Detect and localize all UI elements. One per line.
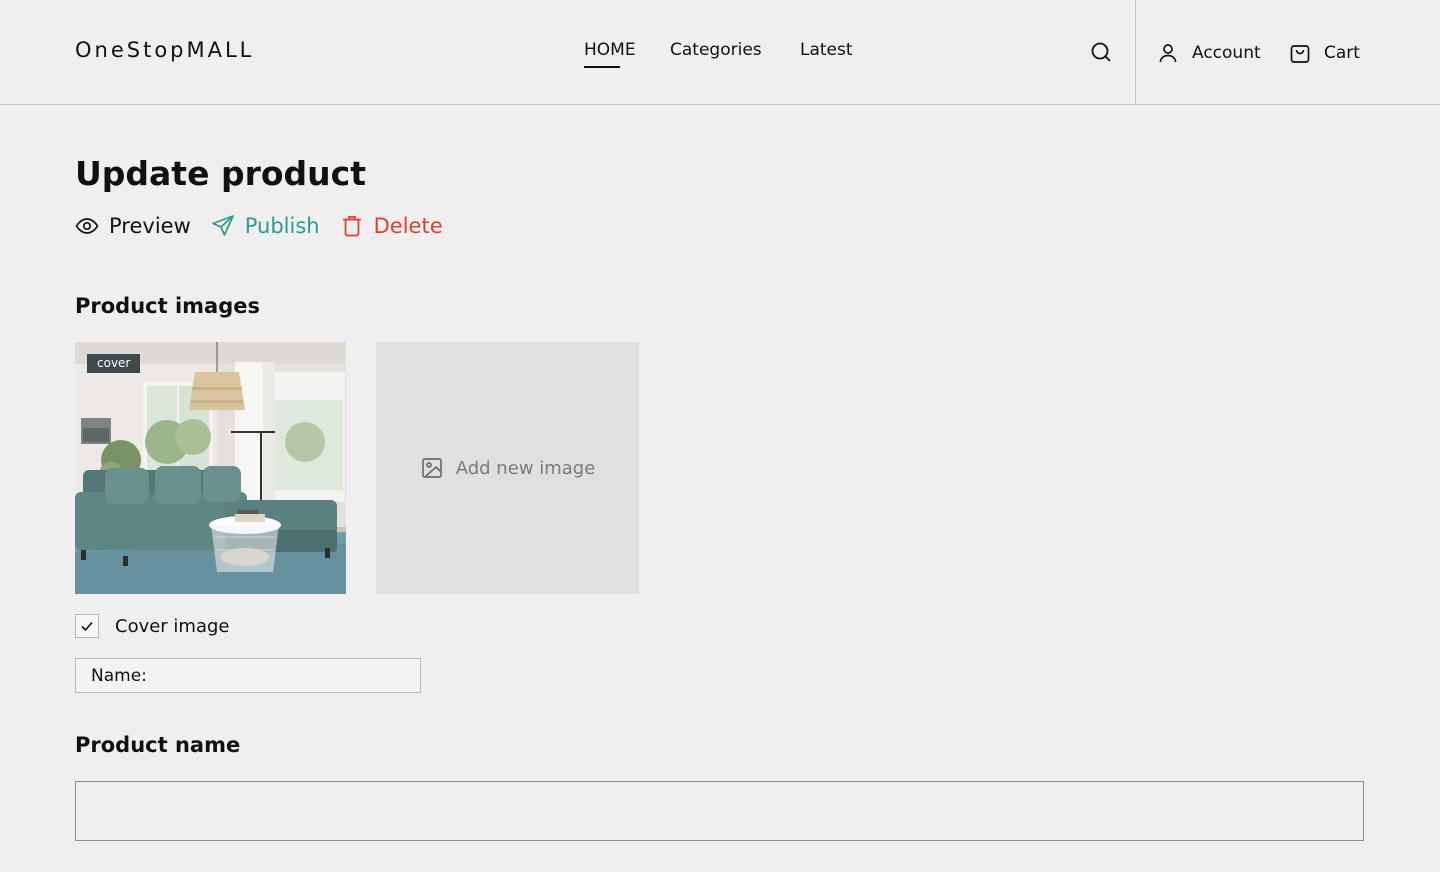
nav-latest[interactable]: Latest [800, 40, 853, 60]
preview-label: Preview [109, 214, 191, 238]
product-name-input[interactable] [75, 781, 1364, 841]
add-new-image-label: Add new image [455, 457, 596, 479]
publish-button[interactable]: Publish [211, 214, 320, 238]
delete-button[interactable]: Delete [340, 214, 443, 238]
cover-image-label: Cover image [115, 615, 230, 637]
eye-icon [75, 214, 99, 238]
publish-label: Publish [244, 214, 320, 238]
brand-logo[interactable]: OneStopMALL [75, 38, 254, 62]
check-icon [81, 621, 93, 632]
delete-label: Delete [373, 214, 443, 238]
account-label: Account [1192, 43, 1261, 63]
image-icon [420, 456, 444, 480]
preview-button[interactable]: Preview [75, 214, 191, 238]
sofa-room-image [75, 342, 346, 594]
trash-icon [340, 214, 364, 238]
product-images-label: Product images [75, 294, 260, 318]
page-title: Update product [75, 154, 366, 193]
shopping-bag-icon [1288, 41, 1312, 65]
cover-badge: cover [87, 354, 141, 373]
user-icon [1156, 41, 1180, 65]
product-name-label: Product name [75, 733, 241, 757]
account-link[interactable]: Account [1156, 41, 1261, 65]
image-name-label: Name: [91, 665, 147, 686]
cover-image-checkbox[interactable] [75, 614, 99, 638]
add-new-image-button[interactable]: Add new image [376, 342, 639, 594]
site-header: OneStopMALL HOME Categories Latest Accou… [0, 0, 1440, 105]
search-icon[interactable] [1089, 40, 1113, 64]
cover-image-option: Cover image [75, 614, 230, 638]
nav-home[interactable]: HOME [584, 40, 636, 68]
nav-categories[interactable]: Categories [670, 40, 762, 60]
cart-label: Cart [1324, 43, 1360, 63]
image-name-input[interactable] [152, 659, 420, 692]
product-image-thumbnail[interactable]: cover [75, 342, 346, 594]
header-divider [1135, 0, 1136, 104]
send-icon [211, 214, 235, 238]
cart-link[interactable]: Cart [1288, 41, 1360, 65]
product-actions: Preview Publish Delete [75, 214, 443, 238]
image-name-field[interactable]: Name: [75, 658, 421, 693]
